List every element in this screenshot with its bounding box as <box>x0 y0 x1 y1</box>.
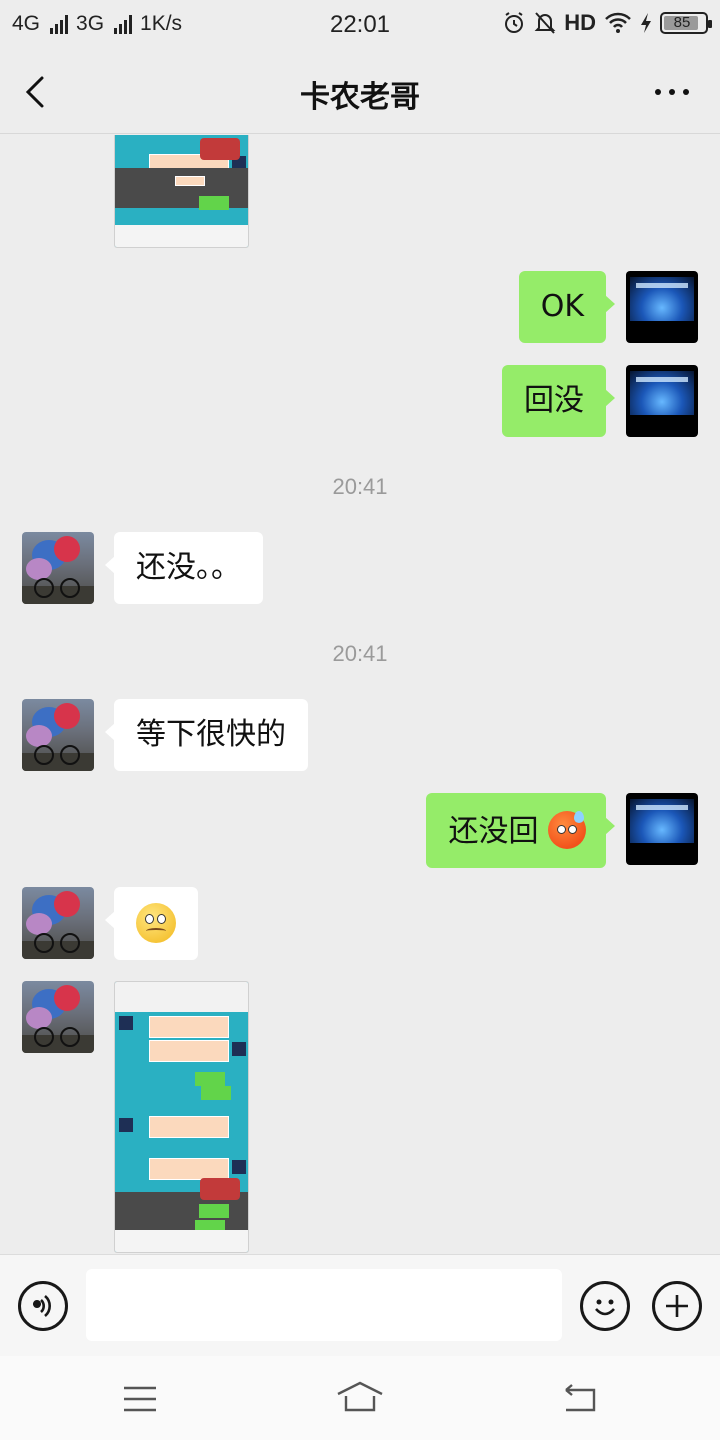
image-message[interactable] <box>114 135 249 248</box>
message-text: 回没 <box>524 383 584 418</box>
more-options-icon[interactable] <box>652 78 692 108</box>
emoji-button[interactable] <box>580 1281 630 1331</box>
plus-icon <box>666 1295 688 1317</box>
message-text: 还没回 <box>448 814 539 849</box>
message-bubble-incoming[interactable]: 还没。。 <box>105 532 263 604</box>
battery-level: 85 <box>673 14 691 31</box>
voice-input-button[interactable] <box>18 1281 68 1331</box>
charging-icon <box>641 13 651 33</box>
message-input[interactable] <box>86 1269 562 1341</box>
system-navigation-bar <box>0 1356 720 1440</box>
wifi-icon <box>605 12 631 33</box>
sweat-emoji-icon <box>548 811 586 849</box>
message-bubble-incoming[interactable]: 等下很快的 <box>105 699 308 771</box>
status-right: HD 85 <box>502 10 712 36</box>
avatar[interactable] <box>626 793 698 865</box>
chat-input-bar <box>0 1254 720 1356</box>
chat-message-list[interactable]: OK 回没 20:41 还没。。 20:41 等下很快的 还没回 <box>0 135 720 1253</box>
avatar[interactable] <box>22 532 94 604</box>
message-text: 等下很快的 <box>136 717 286 752</box>
mute-bell-icon <box>534 12 556 34</box>
avatar[interactable] <box>626 271 698 343</box>
message-timestamp: 20:41 <box>332 641 388 666</box>
message-text: OK <box>540 289 584 324</box>
alarm-icon <box>505 12 524 33</box>
avatar[interactable] <box>626 365 698 437</box>
avatar[interactable] <box>22 699 94 771</box>
worried-emoji-icon <box>136 903 176 943</box>
hd-label: HD <box>564 10 596 35</box>
image-message[interactable] <box>114 981 249 1253</box>
voice-icon <box>33 1295 51 1317</box>
home-icon[interactable] <box>334 1380 386 1414</box>
avatar[interactable] <box>22 981 94 1053</box>
battery-icon: 85 <box>660 12 712 34</box>
message-bubble-incoming[interactable] <box>105 887 198 960</box>
chat-header: 卡农老哥 <box>0 50 720 134</box>
return-icon[interactable] <box>560 1382 600 1414</box>
message-bubble-outgoing[interactable]: OK <box>518 271 616 343</box>
menu-icon[interactable] <box>120 1384 160 1414</box>
chat-title: 卡农老哥 <box>300 80 420 115</box>
message-bubble-outgoing[interactable]: 回没 <box>502 365 615 437</box>
more-functions-button[interactable] <box>652 1281 702 1331</box>
status-bar: 4G 3G 1K/s 22:01 HD 85 <box>0 0 720 50</box>
message-bubble-outgoing[interactable]: 还没回 <box>426 793 615 868</box>
message-text: 还没。。 <box>136 550 241 585</box>
smiley-icon <box>595 1299 615 1316</box>
avatar[interactable] <box>22 887 94 959</box>
message-timestamp: 20:41 <box>332 474 388 499</box>
